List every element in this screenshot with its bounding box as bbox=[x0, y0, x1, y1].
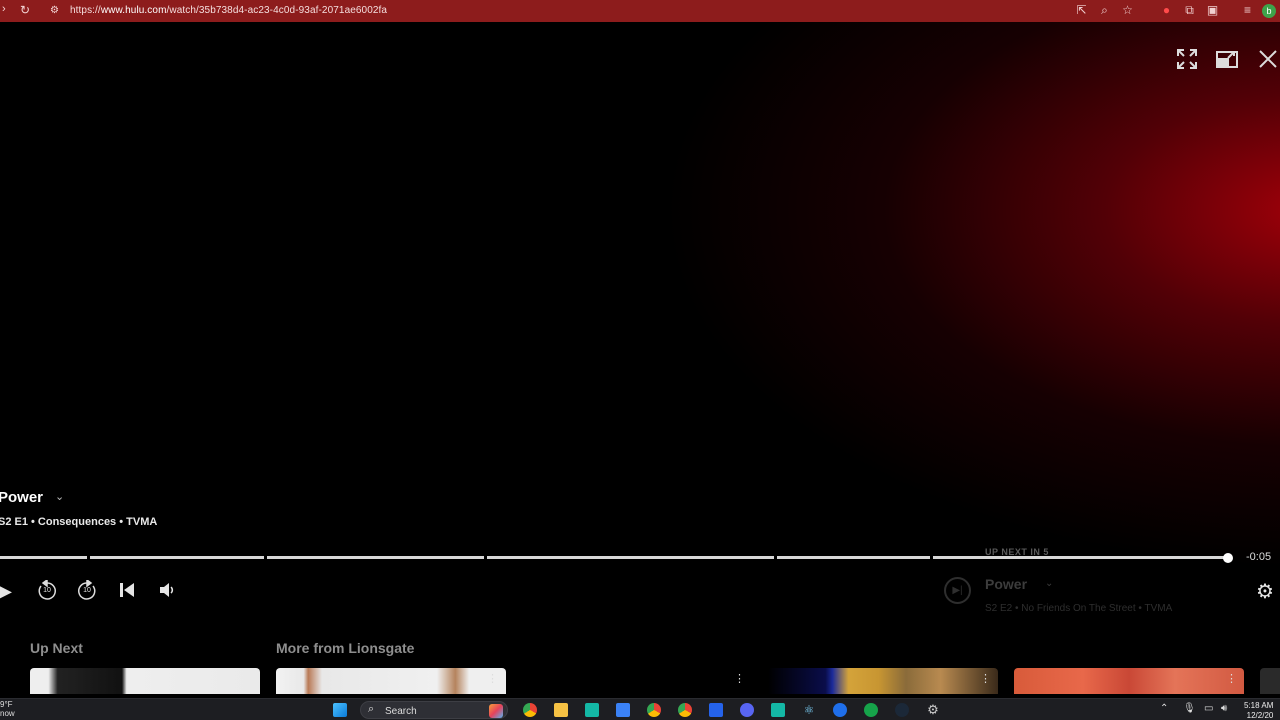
microphone-icon[interactable]: 🎙︎ bbox=[1183, 703, 1196, 714]
app-icon[interactable] bbox=[833, 703, 847, 717]
cast-icon[interactable]: ⇱ bbox=[1073, 2, 1090, 19]
show-title: Power bbox=[0, 489, 44, 506]
taskbar-search[interactable]: ⌕ Search bbox=[360, 701, 508, 719]
screen: › ↻ ⚙ https://www.hulu.com/watch/35b738d… bbox=[0, 0, 1280, 720]
app-icon[interactable] bbox=[771, 703, 785, 717]
video-frame-red-glow bbox=[640, 22, 1280, 582]
steam-icon[interactable] bbox=[895, 703, 909, 717]
browser-toolbar: › ↻ ⚙ https://www.hulu.com/watch/35b738d… bbox=[0, 0, 1280, 22]
site-settings-icon[interactable]: ⚙ bbox=[50, 5, 59, 16]
file-explorer-icon[interactable] bbox=[554, 703, 568, 717]
system-clock[interactable]: 5:18 AM 12/2/20 bbox=[1244, 701, 1273, 720]
progress-ad-marker bbox=[484, 555, 487, 560]
progress-ad-marker bbox=[774, 555, 777, 560]
skip-forward-icon[interactable]: 10 bbox=[76, 578, 98, 602]
chrome-icon[interactable] bbox=[523, 703, 537, 717]
network-icon[interactable]: ▭ bbox=[1204, 703, 1213, 714]
chevron-down-icon[interactable]: ⌄ bbox=[55, 490, 64, 503]
progress-ad-marker bbox=[87, 555, 90, 560]
play-icon[interactable]: ▶ bbox=[0, 580, 16, 602]
time-remaining: -0:05 bbox=[1246, 551, 1272, 563]
reading-list-icon[interactable]: ≡ bbox=[1239, 2, 1256, 19]
tray-chevron-icon[interactable]: ⌃ bbox=[1160, 703, 1168, 714]
lionsgate-thumbnail[interactable] bbox=[276, 668, 506, 694]
picture-in-picture-icon[interactable] bbox=[1214, 48, 1240, 74]
video-player[interactable] bbox=[0, 22, 1280, 622]
more-options-icon[interactable]: ⋮ bbox=[1226, 672, 1237, 685]
xbox-icon[interactable] bbox=[864, 703, 878, 717]
skip-back-icon[interactable]: 10 bbox=[36, 578, 58, 602]
notepad-icon[interactable] bbox=[616, 703, 630, 717]
settings-gear-icon[interactable]: ⚙ bbox=[1256, 579, 1274, 604]
address-bar[interactable]: https://www.hulu.com/watch/35b738d4-ac23… bbox=[70, 5, 387, 16]
close-icon[interactable] bbox=[1255, 48, 1280, 74]
app-icon[interactable] bbox=[585, 703, 599, 717]
chevron-down-icon[interactable]: ⌄ bbox=[1045, 578, 1053, 589]
search-highlight-icon bbox=[489, 704, 503, 718]
up-next-thumbnail[interactable] bbox=[30, 668, 260, 694]
show-thumbnail[interactable] bbox=[1260, 668, 1280, 694]
bookmark-star-icon[interactable]: ☆ bbox=[1119, 2, 1136, 19]
up-next-meta: S2 E2 • No Friends On The Street • TVMA bbox=[985, 603, 1173, 614]
app-icon[interactable] bbox=[709, 703, 723, 717]
progress-scrubber-handle[interactable] bbox=[1223, 553, 1233, 563]
zoom-icon[interactable]: ⌕ bbox=[1096, 2, 1113, 19]
episode-meta: S2 E1 • Consequences • TVMA bbox=[0, 516, 158, 528]
chrome-icon[interactable] bbox=[647, 703, 661, 717]
windows-start-icon[interactable] bbox=[333, 703, 347, 717]
browser-actions: ⇱ ⌕ ☆ ● ⧉ ▣ ≡ b bbox=[1073, 2, 1276, 19]
clock-date: 12/2/20 bbox=[1246, 711, 1274, 720]
settings-icon[interactable]: ⚙ bbox=[926, 703, 940, 717]
search-icon: ⌕ bbox=[368, 703, 375, 715]
clock-time: 5:18 AM bbox=[1244, 701, 1274, 710]
progress-ad-marker bbox=[264, 555, 267, 560]
reload-icon[interactable]: ↻ bbox=[20, 3, 30, 17]
show-thumbnail[interactable] bbox=[768, 668, 998, 694]
profile-avatar[interactable]: b bbox=[1262, 3, 1276, 18]
search-label: Search bbox=[385, 706, 417, 717]
react-icon[interactable]: ⚛ bbox=[802, 703, 816, 717]
weather-sub: now bbox=[0, 709, 15, 718]
up-next-row-label: Up Next bbox=[30, 640, 83, 656]
volume-tray-icon[interactable]: 🔊︎ bbox=[1221, 703, 1227, 714]
side-panel-icon[interactable]: ▣ bbox=[1204, 2, 1221, 19]
url-domain: www.hulu.com bbox=[100, 5, 167, 16]
more-options-icon[interactable]: ⋮ bbox=[487, 672, 498, 685]
fullscreen-icon[interactable] bbox=[1174, 48, 1200, 74]
chrome-icon[interactable] bbox=[678, 703, 692, 717]
more-options-icon[interactable]: ⋮ bbox=[980, 672, 991, 685]
volume-icon[interactable] bbox=[156, 580, 178, 602]
up-next-countdown: UP NEXT IN 5 bbox=[985, 547, 1049, 557]
play-next-icon[interactable]: ▶| bbox=[944, 577, 971, 604]
up-next-title[interactable]: Power bbox=[985, 576, 1027, 592]
show-thumbnail[interactable] bbox=[1014, 668, 1244, 694]
skip-forward-seconds: 10 bbox=[83, 587, 91, 594]
extensions-puzzle-icon[interactable]: ⧉ bbox=[1181, 2, 1198, 19]
url-path: /watch/35b738d4-ac23-4c0d-93af-2071ae600… bbox=[166, 5, 388, 16]
more-from-row-label: More from Lionsgate bbox=[276, 640, 415, 656]
previous-episode-icon[interactable] bbox=[116, 580, 138, 602]
more-options-icon[interactable]: ⋮ bbox=[734, 672, 745, 685]
weather-temp: 9°F bbox=[0, 700, 13, 709]
taskbar: 9°F now ⌕ Search ⚛ ⚙ ⌃ 🎙︎ ▭ 🔊︎ 5:18 AM 1… bbox=[0, 698, 1280, 720]
progress-ad-marker bbox=[930, 555, 933, 560]
discord-icon[interactable] bbox=[740, 703, 754, 717]
url-prefix: https:// bbox=[70, 5, 101, 16]
skip-back-seconds: 10 bbox=[43, 587, 51, 594]
forward-icon[interactable]: › bbox=[2, 3, 6, 15]
extension-icon[interactable]: ● bbox=[1158, 2, 1175, 19]
weather-widget[interactable]: 9°F now bbox=[0, 700, 15, 718]
